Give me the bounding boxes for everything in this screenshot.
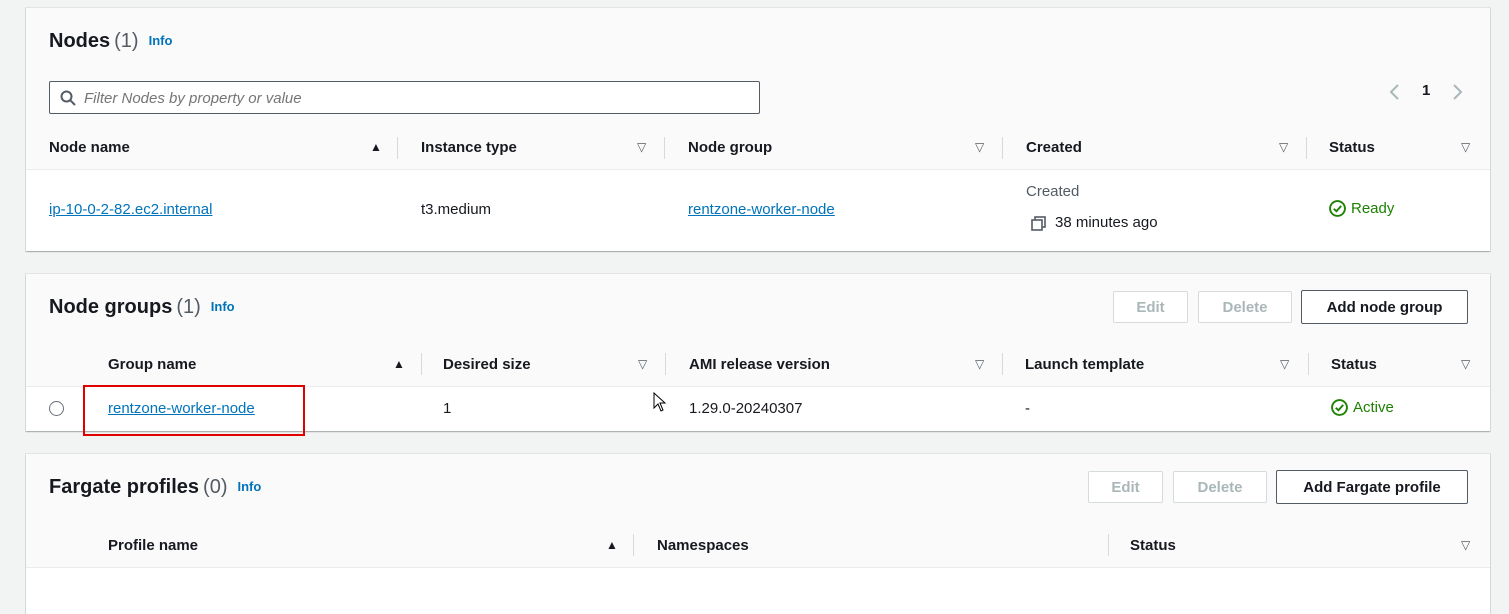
nodes-count: (1) xyxy=(114,30,139,52)
node-groups-info-link[interactable]: Info xyxy=(211,299,235,314)
col-divider[interactable] xyxy=(1108,534,1109,556)
desired-size-value: 1 xyxy=(443,400,452,417)
node-groups-count: (1) xyxy=(176,296,201,318)
check-circle-icon xyxy=(1329,200,1346,217)
col-namespaces[interactable]: Namespaces xyxy=(657,523,749,567)
fargate-table-header: Profile name ▲ Namespaces Status ▽ xyxy=(26,523,1490,568)
nodes-panel: Nodes(1) Info 1 Node name ▲ Instance type… xyxy=(26,8,1490,251)
sort-icon[interactable]: ▽ xyxy=(1461,538,1470,552)
nodes-info-link[interactable]: Info xyxy=(149,33,173,48)
col-divider[interactable] xyxy=(633,534,634,556)
node-groups-table-header: Group name ▲ Desired size ▽ AMI release … xyxy=(26,342,1490,387)
chevron-right-icon[interactable] xyxy=(1450,83,1464,101)
node-groups-title: Node groups (1) Info xyxy=(49,296,235,319)
status-text: Active xyxy=(1353,399,1394,416)
fargate-panel: Fargate profiles (0) Info Edit Delete Add … xyxy=(26,454,1490,614)
sort-icon[interactable]: ▽ xyxy=(637,140,646,154)
col-divider[interactable] xyxy=(664,137,665,159)
delete-button[interactable]: Delete xyxy=(1198,291,1292,323)
sort-asc-icon[interactable]: ▲ xyxy=(606,538,618,552)
col-status[interactable]: Status xyxy=(1331,342,1377,386)
fargate-count: (0) xyxy=(203,476,228,498)
col-profile-name[interactable]: Profile name xyxy=(108,523,198,567)
col-divider[interactable] xyxy=(1002,353,1003,375)
col-divider[interactable] xyxy=(665,353,666,375)
copy-icon[interactable] xyxy=(1031,216,1046,231)
highlight-box xyxy=(83,385,305,436)
col-instance-type[interactable]: Instance type xyxy=(421,126,517,169)
status-text: Ready xyxy=(1351,200,1395,217)
col-desired-size[interactable]: Desired size xyxy=(443,342,531,386)
status-badge: Active xyxy=(1331,399,1394,416)
sort-icon[interactable]: ▽ xyxy=(975,357,984,371)
ami-release-value: 1.29.0-20240307 xyxy=(689,400,803,417)
add-fargate-profile-button[interactable]: Add Fargate profile xyxy=(1276,470,1468,504)
edit-button[interactable]: Edit xyxy=(1113,291,1188,323)
row-select-radio[interactable] xyxy=(49,401,64,416)
col-group-name[interactable]: Group name xyxy=(108,342,196,386)
node-name-link[interactable]: ip-10-0-2-82.ec2.internal xyxy=(49,201,212,218)
sort-icon[interactable]: ▽ xyxy=(1461,140,1470,154)
status-badge: Ready xyxy=(1329,200,1394,217)
col-divider[interactable] xyxy=(1308,353,1309,375)
fargate-info-link[interactable]: Info xyxy=(238,479,262,494)
col-ami-release[interactable]: AMI release version xyxy=(689,342,830,386)
nodes-title: Nodes (1) Info xyxy=(49,30,172,53)
col-divider[interactable] xyxy=(1306,137,1307,159)
col-status[interactable]: Status xyxy=(1329,126,1375,169)
col-created[interactable]: Created xyxy=(1026,126,1082,169)
sort-icon[interactable]: ▽ xyxy=(1279,140,1288,154)
nodes-search-input[interactable] xyxy=(84,88,744,108)
search-icon xyxy=(60,90,76,106)
fargate-title: Fargate profiles (0) Info xyxy=(49,476,261,499)
chevron-left-icon[interactable] xyxy=(1388,83,1402,101)
col-divider[interactable] xyxy=(397,137,398,159)
col-divider[interactable] xyxy=(1002,137,1003,159)
sort-asc-icon[interactable]: ▲ xyxy=(370,140,382,154)
instance-type-value: t3.medium xyxy=(421,201,492,218)
add-node-group-button[interactable]: Add node group xyxy=(1301,290,1468,324)
fargate-title-text: Fargate profiles xyxy=(49,476,200,498)
col-divider[interactable] xyxy=(421,353,422,375)
mouse-cursor-icon xyxy=(653,392,667,412)
sort-icon[interactable]: ▽ xyxy=(975,140,984,154)
nodes-search-field[interactable] xyxy=(49,81,760,114)
col-launch-template[interactable]: Launch template xyxy=(1025,342,1144,386)
edit-button[interactable]: Edit xyxy=(1088,471,1163,503)
nodes-table-header: Node name ▲ Instance type ▽ Node group ▽… xyxy=(26,126,1490,170)
col-node-group[interactable]: Node group xyxy=(688,126,772,169)
page-number[interactable]: 1 xyxy=(1422,82,1430,99)
col-node-name[interactable]: Node name xyxy=(49,126,130,169)
sort-icon[interactable]: ▽ xyxy=(1461,357,1470,371)
delete-button[interactable]: Delete xyxy=(1173,471,1267,503)
node-group-link[interactable]: rentzone-worker-node xyxy=(688,201,835,218)
check-circle-icon xyxy=(1331,399,1348,416)
sort-icon[interactable]: ▽ xyxy=(638,357,647,371)
sort-asc-icon[interactable]: ▲ xyxy=(393,357,405,371)
sort-icon[interactable]: ▽ xyxy=(1280,357,1289,371)
nodes-title-text: Nodes xyxy=(49,30,111,52)
created-value: 38 minutes ago xyxy=(1055,214,1158,231)
launch-template-value: - xyxy=(1025,400,1030,417)
col-status[interactable]: Status xyxy=(1130,523,1176,567)
node-groups-title-text: Node groups xyxy=(49,296,173,318)
created-label: Created xyxy=(1026,183,1080,200)
